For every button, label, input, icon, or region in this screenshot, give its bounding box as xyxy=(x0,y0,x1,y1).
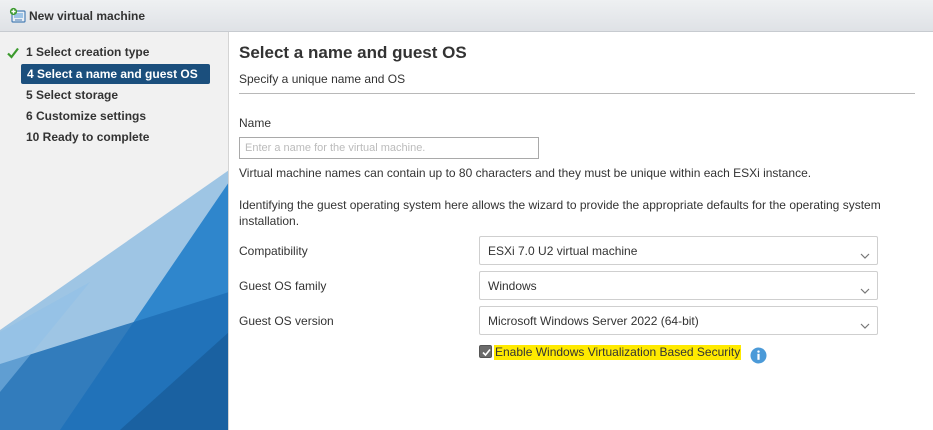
chevron-down-icon xyxy=(860,282,870,294)
step-label: 1 Select creation type xyxy=(26,45,150,59)
vm-add-icon xyxy=(9,7,27,25)
step-label: 4 Select a name and guest OS xyxy=(27,67,198,81)
vbs-checkbox[interactable] xyxy=(479,345,492,358)
compatibility-value: ESXi 7.0 U2 virtual machine xyxy=(488,244,638,258)
os-help-text: Identifying the guest operating system h… xyxy=(239,198,881,228)
page-title: Select a name and guest OS xyxy=(239,43,467,62)
guest-os-family-select[interactable]: Windows xyxy=(479,271,878,300)
info-icon[interactable] xyxy=(750,347,767,364)
compatibility-label: Compatibility xyxy=(239,244,308,258)
vbs-checkbox-label[interactable]: Enable Windows Virtualization Based Secu… xyxy=(494,345,742,360)
step-label: 10 Ready to complete xyxy=(26,130,150,144)
wizard-main-panel: Select a name and guest OS Specify a uni… xyxy=(229,32,933,430)
checkmark-icon xyxy=(7,45,19,59)
step-ready-to-complete[interactable]: 10 Ready to complete xyxy=(26,127,149,147)
name-label: Name xyxy=(239,116,272,130)
guest-os-version-label: Guest OS version xyxy=(239,314,334,328)
guest-os-version-select[interactable]: Microsoft Windows Server 2022 (64-bit) xyxy=(479,306,878,335)
guest-os-family-value: Windows xyxy=(488,279,537,293)
step-customize-settings[interactable]: 6 Customize settings xyxy=(26,106,146,126)
guest-os-family-label: Guest OS family xyxy=(239,279,327,293)
step-label: 6 Customize settings xyxy=(26,109,147,123)
wizard-steps-sidebar: 1 Select creation type 4 Select a name a… xyxy=(0,32,229,430)
page-subtitle: Specify a unique name and OS xyxy=(239,72,406,86)
step-select-name-and-guest-os[interactable]: 4 Select a name and guest OS xyxy=(21,64,210,84)
chevron-down-icon xyxy=(860,247,870,259)
window-titlebar: New virtual machine xyxy=(0,0,933,32)
window-title: New virtual machine xyxy=(29,9,146,23)
step-label: 5 Select storage xyxy=(26,88,119,102)
guest-os-version-value: Microsoft Windows Server 2022 (64-bit) xyxy=(488,314,699,328)
step-select-storage[interactable]: 5 Select storage xyxy=(26,85,118,105)
vm-name-input[interactable] xyxy=(239,137,539,159)
step-select-creation-type[interactable]: 1 Select creation type xyxy=(0,42,228,62)
compatibility-select[interactable]: ESXi 7.0 U2 virtual machine xyxy=(479,236,878,265)
divider xyxy=(239,93,915,94)
name-help-text: Virtual machine names can contain up to … xyxy=(239,166,812,180)
chevron-down-icon xyxy=(860,317,870,329)
